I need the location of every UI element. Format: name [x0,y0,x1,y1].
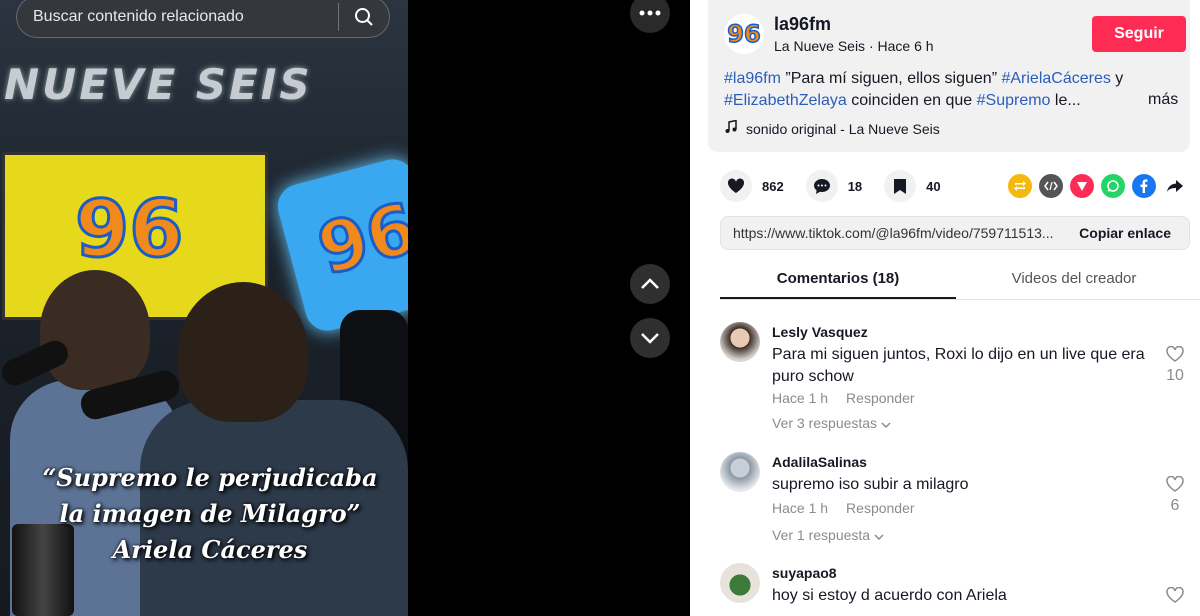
commenter-avatar[interactable] [720,452,760,492]
comment-like-count: 10 [1166,367,1184,384]
tab-comments[interactable]: Comentarios (18) [720,258,956,299]
comment-item: AdalilaSalinas supremo iso subir a milag… [720,452,1184,547]
comment-meta: Hace 1 h Responder [772,500,933,516]
comment-time: Hace 1 h [772,500,829,516]
hashtag-link[interactable]: #la96fm [724,70,781,87]
comment-count: 18 [847,178,863,194]
save-count: 40 [926,178,941,194]
copy-link-button[interactable]: Copiar enlace [1061,225,1189,241]
comment-like[interactable]: 6 [1160,475,1190,515]
comment-action[interactable]: 18 [805,170,863,202]
video-caption: “Supremo le perjudicaba la imagen de Mil… [0,460,408,568]
share-arrow-icon[interactable] [1163,174,1187,198]
view-replies[interactable]: Ver 1 respuesta [772,527,884,543]
description-text: ”Para mí siguen, ellos siguen” [780,70,1002,87]
commenter-avatar[interactable] [720,322,760,362]
commenter-name[interactable]: Lesly Vasquez [772,324,868,340]
follow-button[interactable]: Seguir [1092,16,1186,52]
embed-icon[interactable] [1039,174,1063,198]
description-card: 96 la96fm La Nueve Seis · Hace 6 h Segui… [708,0,1190,152]
author-avatar[interactable]: 96 [724,14,764,54]
caption-line: Ariela Cáceres [112,535,308,564]
author-logo: 96 [727,19,762,49]
description-text: le... [1050,92,1081,109]
action-bar: 862 18 40 [720,170,963,202]
hashtag-link[interactable]: #Supremo [977,92,1051,109]
description-text: y [1110,70,1124,87]
facebook-icon[interactable] [1132,174,1156,198]
chevron-down-icon[interactable] [630,318,670,358]
sound-link[interactable]: sonido original - La Nueve Seis [724,119,940,137]
like-action[interactable]: 862 [720,170,784,202]
search-icon[interactable] [339,0,389,37]
view-replies-label[interactable]: Ver 1 respuesta [772,527,870,543]
caption-line: la imagen de Milagro” [59,499,361,528]
commenter-name[interactable]: suyapao8 [772,565,837,581]
like-count: 862 [762,178,784,194]
commenter-avatar[interactable] [720,563,760,603]
comment-like[interactable] [1160,586,1190,608]
wall-sign-text: NUEVE SEIS [4,60,313,109]
heart-outline-icon[interactable] [1166,345,1184,362]
heart-icon[interactable] [720,170,752,202]
search-placeholder[interactable]: Buscar contenido relacionado [33,8,338,26]
author-subline: La Nueve Seis · Hace 6 h [774,38,934,54]
comment-meta: Hace 1 h Responder [772,390,933,406]
commenter-name[interactable]: AdalilaSalinas [772,454,867,470]
hashtag-link[interactable]: #ElizabethZelaya [724,92,847,109]
sound-label: sonido original - La Nueve Seis [746,120,940,137]
station-logo: 96 [74,184,186,277]
send-icon[interactable] [1070,174,1094,198]
tab-creator-videos[interactable]: Videos del creador [956,258,1192,299]
comment-icon[interactable] [805,170,838,202]
chevron-down-icon [874,534,884,541]
video-url[interactable]: https://www.tiktok.com/@la96fm/video/759… [721,225,1061,241]
video-player[interactable]: NUEVE SEIS 96 96 “Supremo le perjudicaba… [0,0,408,616]
station-logo-secondary: 96 [308,185,408,292]
comment-time: Hace 1 h [772,390,829,406]
whatsapp-icon[interactable] [1101,174,1125,198]
heart-outline-icon[interactable] [1166,475,1184,492]
link-bar: https://www.tiktok.com/@la96fm/video/759… [720,216,1190,250]
comment-item: suyapao8 hoy si estoy d acuerdo con Arie… [720,563,1184,616]
view-replies-label[interactable]: Ver 3 respuestas [772,415,877,431]
host-head-right [178,282,308,422]
comment-text: hoy si estoy d acuerdo con Ariela [772,587,1007,604]
video-description: #la96fm ”Para mí siguen, ellos siguen” #… [724,68,1164,112]
description-text: coinciden en que [846,92,977,109]
author-username[interactable]: la96fm [774,14,831,35]
ellipsis-icon[interactable] [630,0,670,33]
more-link[interactable]: más [1148,91,1178,109]
reply-button[interactable]: Responder [846,500,915,516]
save-action[interactable]: 40 [884,170,941,202]
heart-outline-icon[interactable] [1166,586,1184,603]
repost-icon[interactable] [1008,174,1032,198]
share-buttons [1008,174,1187,198]
host-head-left [40,270,150,390]
comment-text: Para mi siguen juntos, Roxi lo dijo en u… [772,346,1145,385]
bookmark-icon[interactable] [884,170,917,202]
view-replies[interactable]: Ver 3 respuestas [772,415,891,431]
chevron-up-icon[interactable] [630,264,670,304]
chevron-down-icon [881,422,891,429]
reply-button[interactable]: Responder [846,390,915,406]
comment-like-count: 6 [1170,497,1180,514]
panel-tabs: Comentarios (18) Videos del creador [720,258,1200,300]
comment-text: supremo iso subir a milagro [772,476,969,493]
hashtag-link[interactable]: #ArielaCáceres [1001,70,1110,87]
music-note-icon [724,119,738,137]
comment-like[interactable]: 10 [1160,345,1190,385]
caption-line: “Supremo le perjudicaba [42,463,378,492]
details-panel: 96 la96fm La Nueve Seis · Hace 6 h Segui… [690,0,1200,616]
comment-item: Lesly Vasquez Para mi siguen juntos, Rox… [720,322,1184,432]
related-search-bar[interactable]: Buscar contenido relacionado [16,0,390,38]
